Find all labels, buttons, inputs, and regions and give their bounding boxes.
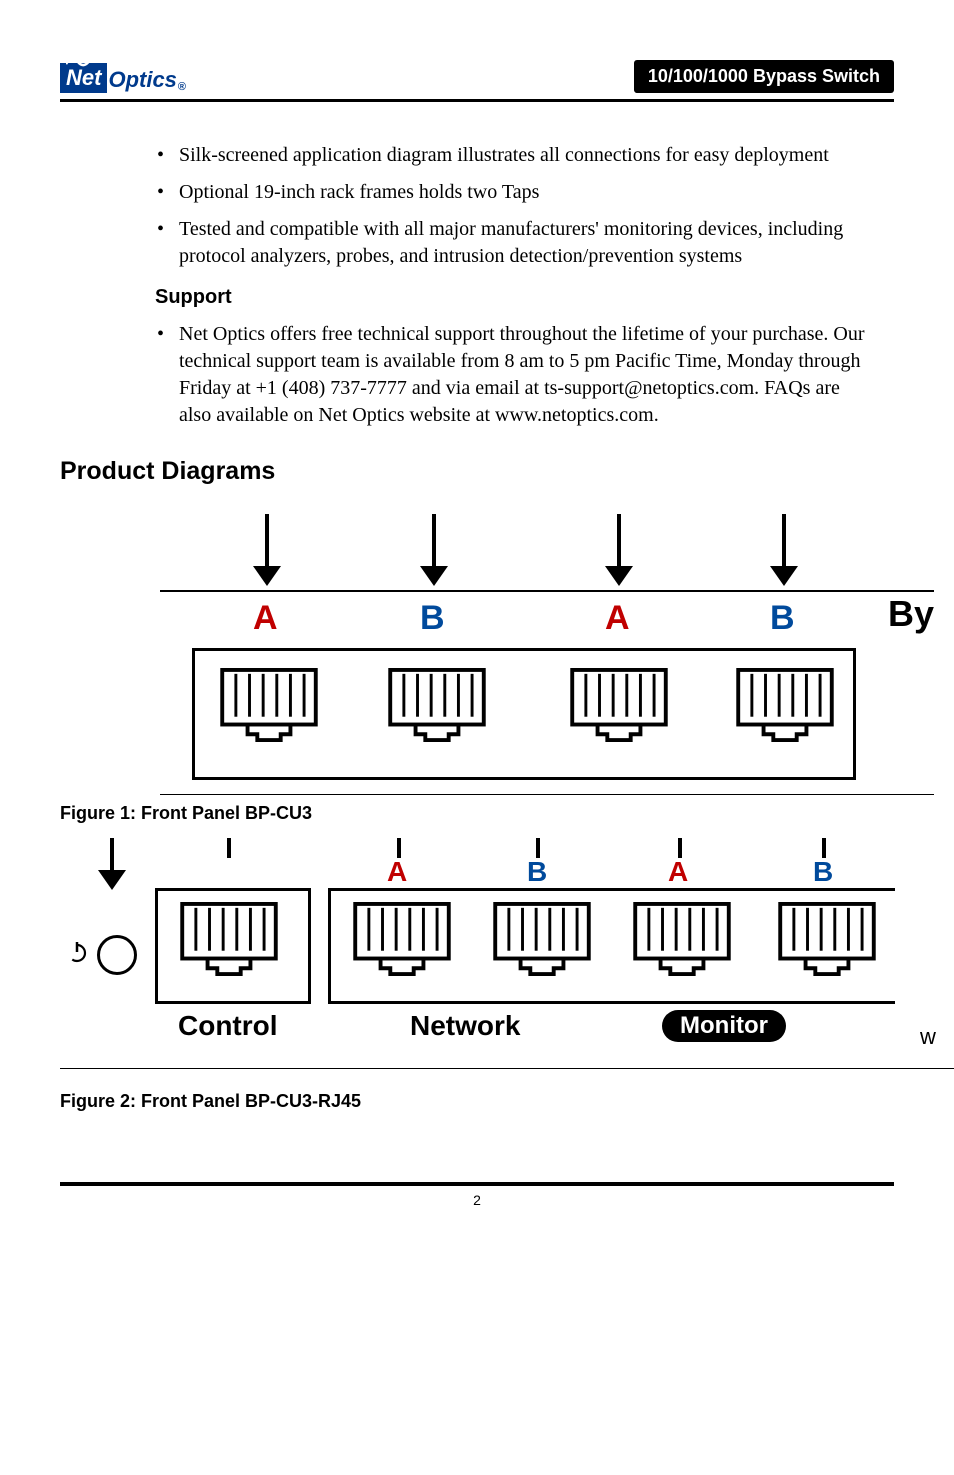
support-heading: Support bbox=[155, 284, 874, 311]
header-title-bar: 10/100/1000 Bypass Switch bbox=[634, 60, 894, 93]
rj45-port-icon bbox=[736, 668, 834, 744]
rj45-port-icon bbox=[220, 668, 318, 744]
logo-net-text: Net bbox=[66, 65, 101, 91]
power-icon bbox=[65, 940, 89, 964]
tick-mark bbox=[822, 838, 826, 858]
port-label-b: B bbox=[770, 599, 795, 638]
rj45-port-icon bbox=[388, 668, 486, 744]
tick-mark bbox=[678, 838, 682, 858]
logo: Net Optics ® bbox=[60, 63, 186, 93]
bullet-item: Tested and compatible with all major man… bbox=[155, 216, 874, 270]
figure-2-caption: Figure 2: Front Panel BP-CU3-RJ45 bbox=[60, 1091, 894, 1112]
rj45-port-icon bbox=[570, 668, 668, 744]
figure-2-diagram: A B A B Control Network Monitor bbox=[60, 838, 954, 1069]
label-monitor: Monitor bbox=[662, 1010, 786, 1042]
label-w: w bbox=[920, 1024, 936, 1050]
figure-1-text: Front Panel BP-CU3 bbox=[141, 803, 312, 823]
bullet-item: Net Optics offers free technical support… bbox=[155, 321, 874, 429]
port-label-a: A bbox=[387, 856, 407, 888]
label-control: Control bbox=[178, 1010, 278, 1042]
header-row: Net Optics ® 10/100/1000 Bypass Switch bbox=[60, 60, 894, 93]
figure-1-caption: Figure 1: Front Panel BP-CU3 bbox=[60, 803, 894, 824]
top-bullet-list: Silk-screened application diagram illust… bbox=[155, 142, 874, 270]
content-block: Silk-screened application diagram illust… bbox=[60, 142, 894, 429]
tick-mark bbox=[227, 838, 231, 858]
product-diagrams-heading: Product Diagrams bbox=[60, 457, 894, 486]
wave-icon bbox=[66, 57, 90, 67]
page-number: 2 bbox=[60, 1192, 894, 1208]
port-label-a: A bbox=[605, 599, 630, 638]
port-label-b: B bbox=[813, 856, 833, 888]
logo-registered: ® bbox=[178, 81, 186, 93]
port-label-a: A bbox=[253, 599, 278, 638]
rj45-port-icon bbox=[353, 902, 451, 978]
label-by: By bbox=[888, 593, 934, 635]
figure-1-prefix: Figure 1: bbox=[60, 803, 141, 823]
tick-mark bbox=[536, 838, 540, 858]
logo-net: Net bbox=[60, 63, 107, 93]
label-network: Network bbox=[410, 1010, 520, 1042]
port-label-b: B bbox=[527, 856, 547, 888]
rj45-port-icon bbox=[180, 902, 278, 978]
bullet-item: Optional 19-inch rack frames holds two T… bbox=[155, 179, 874, 206]
figure-2-prefix: Figure 2: bbox=[60, 1091, 141, 1111]
diagram-rule bbox=[160, 590, 934, 592]
figure-2-text: Front Panel BP-CU3-RJ45 bbox=[141, 1091, 361, 1111]
port-label-a: A bbox=[668, 856, 688, 888]
page: Net Optics ® 10/100/1000 Bypass Switch S… bbox=[0, 0, 954, 1248]
rj45-port-icon bbox=[778, 902, 876, 978]
port-label-b: B bbox=[420, 599, 445, 638]
rj45-port-icon bbox=[633, 902, 731, 978]
bottom-rule bbox=[60, 1182, 894, 1186]
bullet-item: Silk-screened application diagram illust… bbox=[155, 142, 874, 169]
rj45-port-icon bbox=[493, 902, 591, 978]
tick-mark bbox=[397, 838, 401, 858]
support-bullet-list: Net Optics offers free technical support… bbox=[155, 321, 874, 429]
power-led bbox=[97, 935, 137, 975]
logo-optics: Optics bbox=[108, 67, 176, 93]
figure-1-diagram: A B A B By bbox=[160, 504, 934, 795]
top-rule bbox=[60, 99, 894, 102]
